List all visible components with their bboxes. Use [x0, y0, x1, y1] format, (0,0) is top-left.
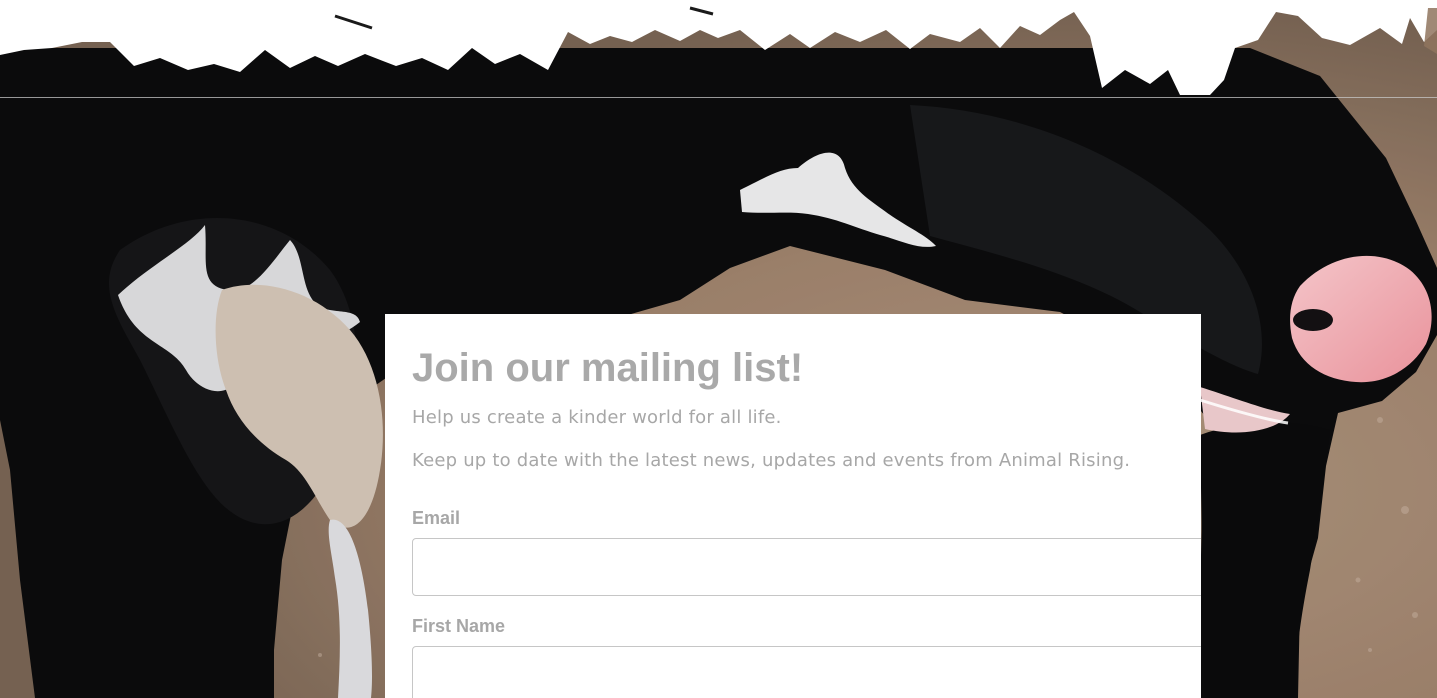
mailing-list-intro-text: Help us create a kinder world for all li… [412, 407, 782, 428]
email-field[interactable] [412, 538, 1201, 596]
mailing-list-heading: Join our mailing list! [412, 346, 804, 390]
horizontal-divider [0, 97, 1437, 98]
email-field-label: Email [412, 508, 461, 528]
mailing-list-signup-card: Join our mailing list! Email First Name [385, 314, 1201, 698]
first-name-field[interactable] [412, 646, 1201, 698]
mailing-list-updates-text: Keep up to date with the latest news, up… [412, 450, 1131, 471]
first-name-field-label: First Name [412, 616, 506, 636]
page: Join our mailing list! Email First Name … [0, 0, 1437, 698]
